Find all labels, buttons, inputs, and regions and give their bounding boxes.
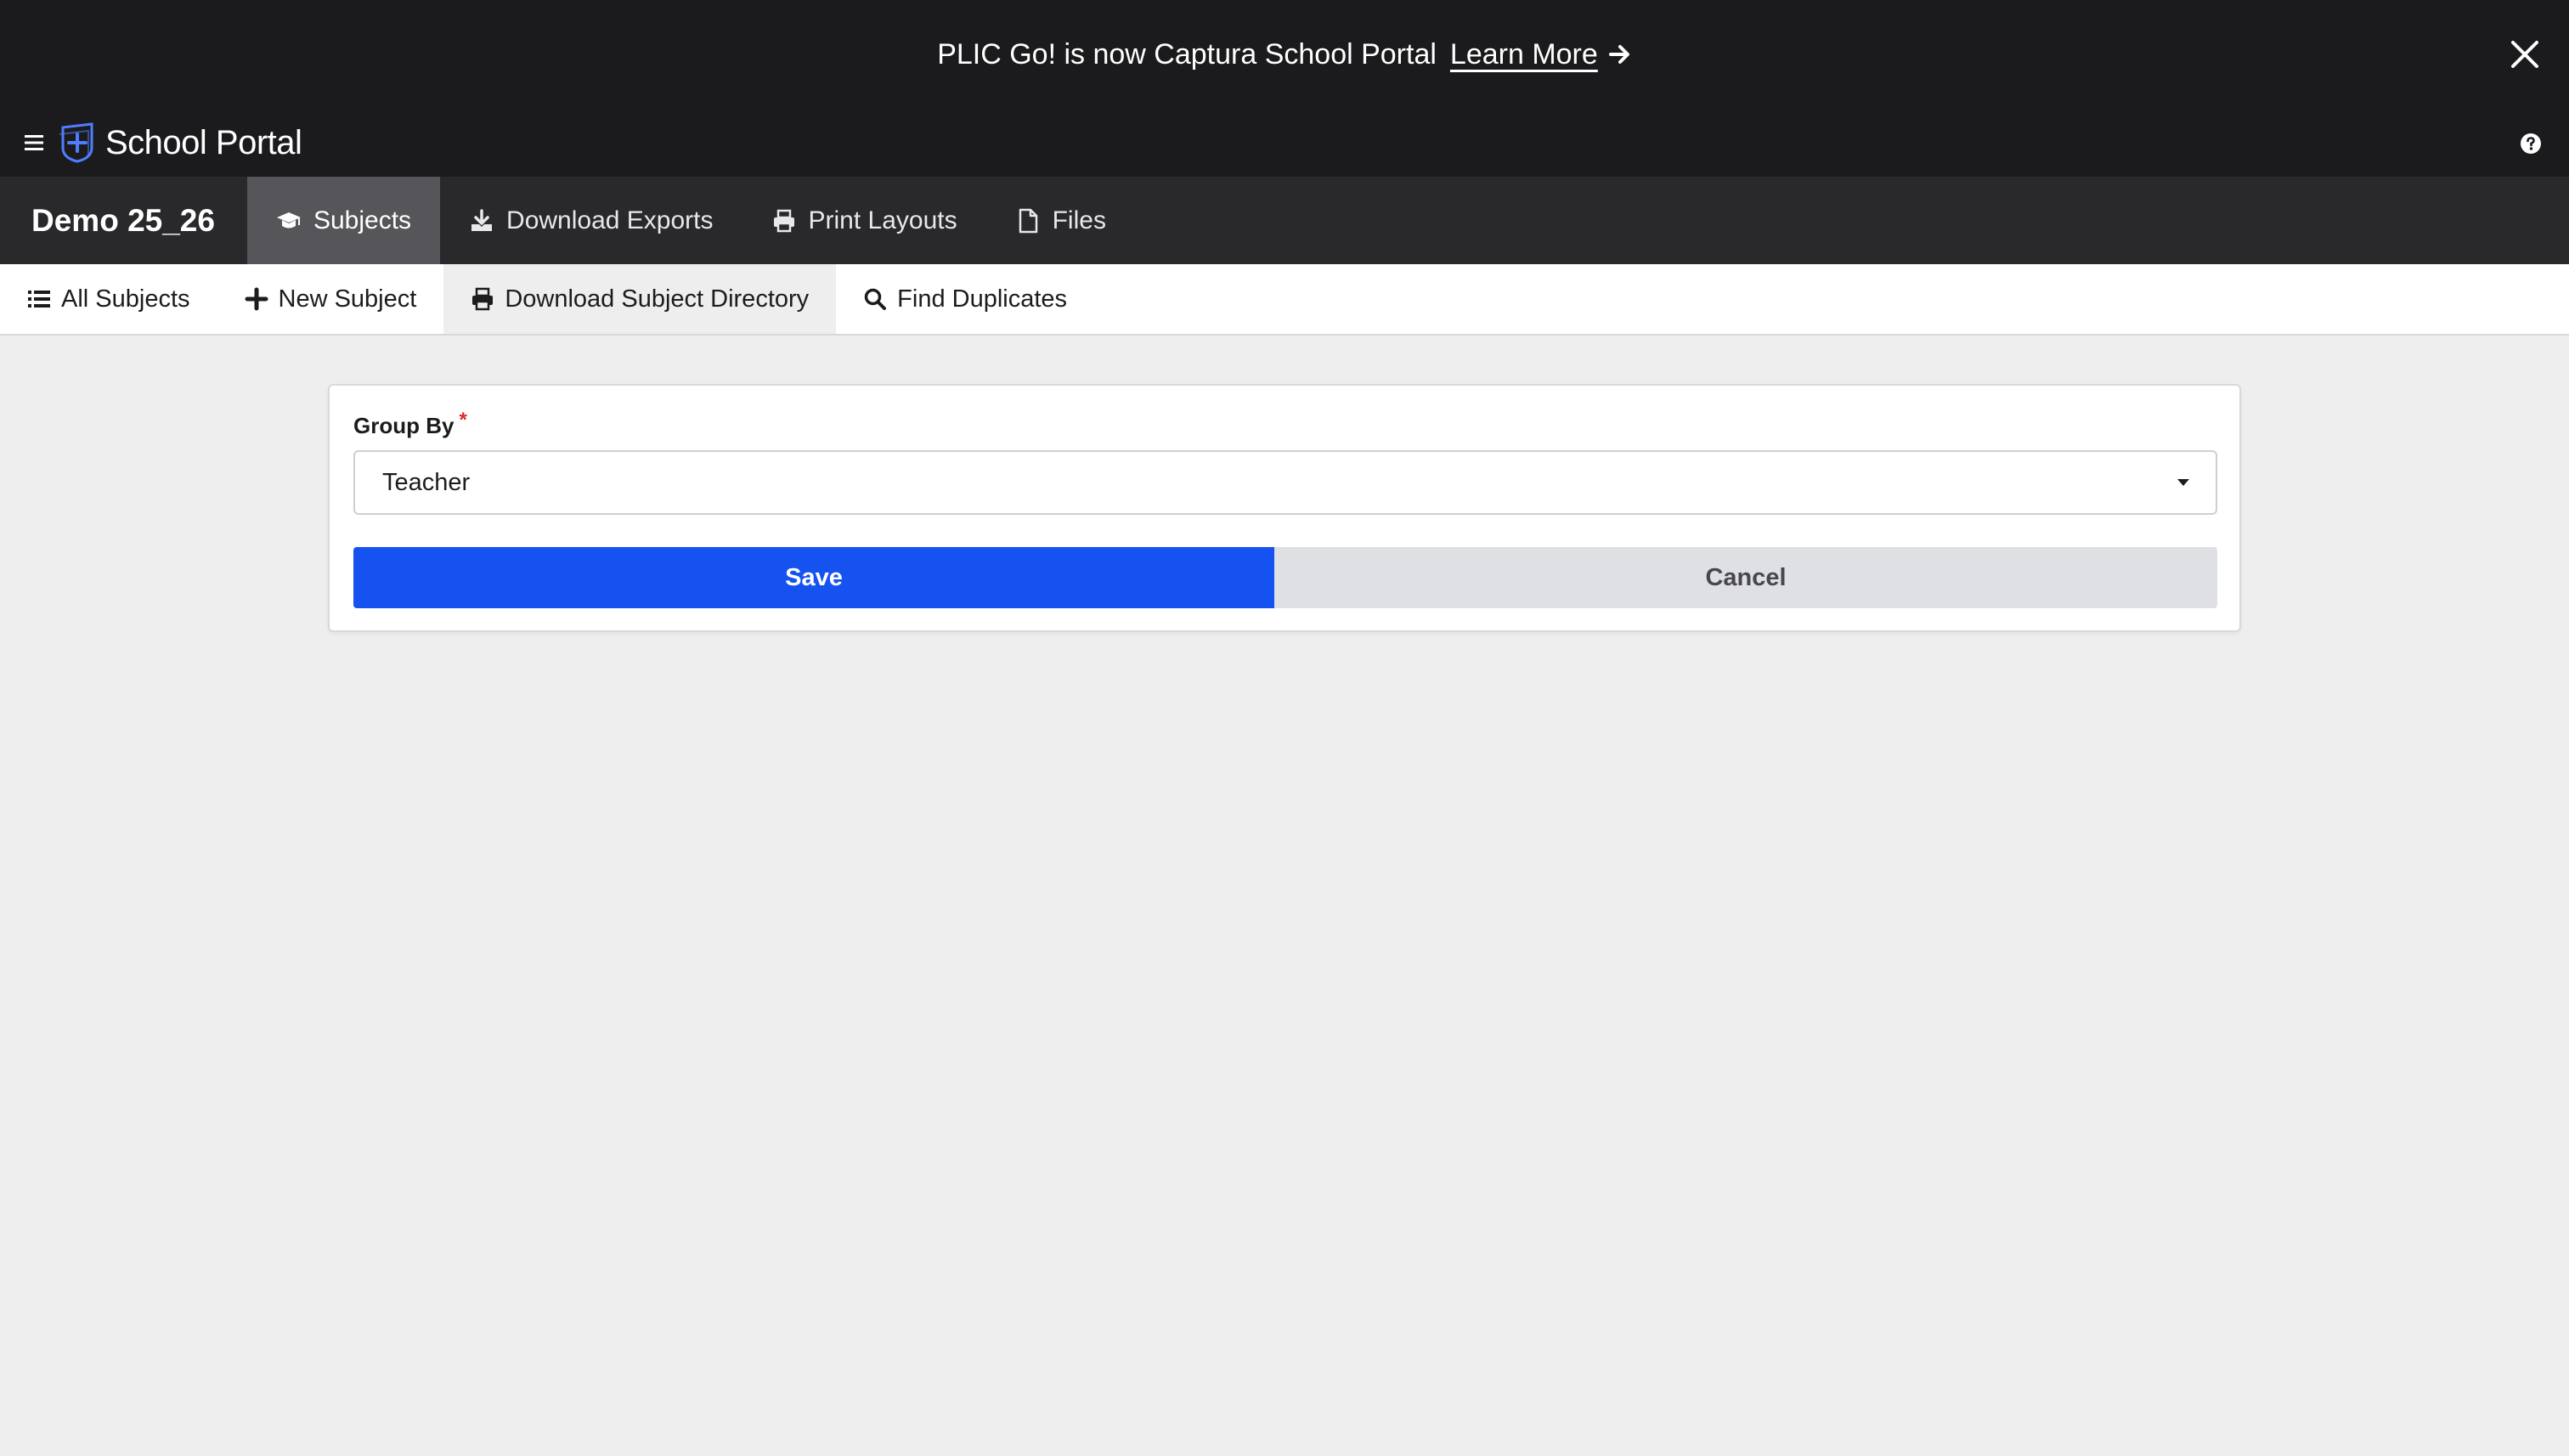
- subtab-all-subjects-label: All Subjects: [61, 285, 190, 313]
- subtab-new-subject-label: New Subject: [278, 285, 417, 313]
- subtab-find-duplicates-label: Find Duplicates: [897, 285, 1068, 313]
- group-by-form-card: Group By * Teacher Save Cancel: [328, 384, 2241, 632]
- learn-more-label: Learn More: [1449, 37, 1598, 71]
- download-icon: [471, 208, 493, 231]
- subtab-all-subjects[interactable]: All Subjects: [0, 264, 217, 334]
- tab-download-exports[interactable]: Download Exports: [440, 177, 742, 264]
- search-icon: [864, 288, 887, 310]
- banner-message: PLIC Go! is now Captura School Portal: [937, 37, 1437, 71]
- plus-icon: [245, 287, 268, 311]
- group-by-label: Group By *: [353, 409, 467, 439]
- graduation-cap-icon: [276, 212, 301, 228]
- print-icon: [773, 209, 794, 232]
- tab-print-layouts-label: Print Layouts: [808, 206, 957, 234]
- subtab-download-subject-directory-label: Download Subject Directory: [505, 285, 810, 313]
- tab-files[interactable]: Files: [986, 177, 1135, 264]
- cancel-button[interactable]: Cancel: [1274, 547, 2217, 608]
- sub-nav: All Subjects New Subject Download Subjec…: [0, 264, 2569, 336]
- app-header: School Portal: [0, 109, 2569, 177]
- project-title[interactable]: Demo 25_26: [0, 177, 247, 264]
- print-icon: [472, 287, 494, 311]
- tab-files-label: Files: [1052, 206, 1106, 234]
- announcement-banner: PLIC Go! is now Captura School Portal Le…: [0, 0, 2569, 109]
- group-by-label-text: Group By: [353, 413, 455, 438]
- tab-subjects-label: Subjects: [313, 206, 412, 234]
- subtab-find-duplicates[interactable]: Find Duplicates: [836, 264, 1094, 334]
- main-nav: Demo 25_26 Subjects Download Exports Pri…: [0, 177, 2569, 264]
- arrow-right-icon: [1608, 45, 1629, 64]
- required-marker: *: [459, 409, 467, 432]
- group-by-select[interactable]: Teacher: [353, 450, 2217, 515]
- tab-print-layouts[interactable]: Print Layouts: [742, 177, 986, 264]
- learn-more-link[interactable]: Learn More: [1450, 38, 1632, 71]
- brand-name: School Portal: [105, 124, 302, 161]
- tab-subjects[interactable]: Subjects: [246, 177, 441, 264]
- tab-download-exports-label: Download Exports: [506, 206, 714, 234]
- help-circle-icon[interactable]: [2520, 133, 2542, 155]
- close-icon[interactable]: [2510, 39, 2540, 70]
- hamburger-menu-icon[interactable]: [24, 133, 44, 153]
- list-icon: [28, 291, 50, 308]
- save-button[interactable]: Save: [353, 547, 1274, 608]
- subtab-download-subject-directory[interactable]: Download Subject Directory: [443, 264, 837, 334]
- shield-plus-logo-icon: [59, 122, 93, 163]
- subtab-new-subject[interactable]: New Subject: [217, 264, 444, 334]
- group-by-selected-value: Teacher: [382, 468, 471, 496]
- chevron-down-icon: [2177, 479, 2189, 486]
- file-icon: [1019, 208, 1037, 233]
